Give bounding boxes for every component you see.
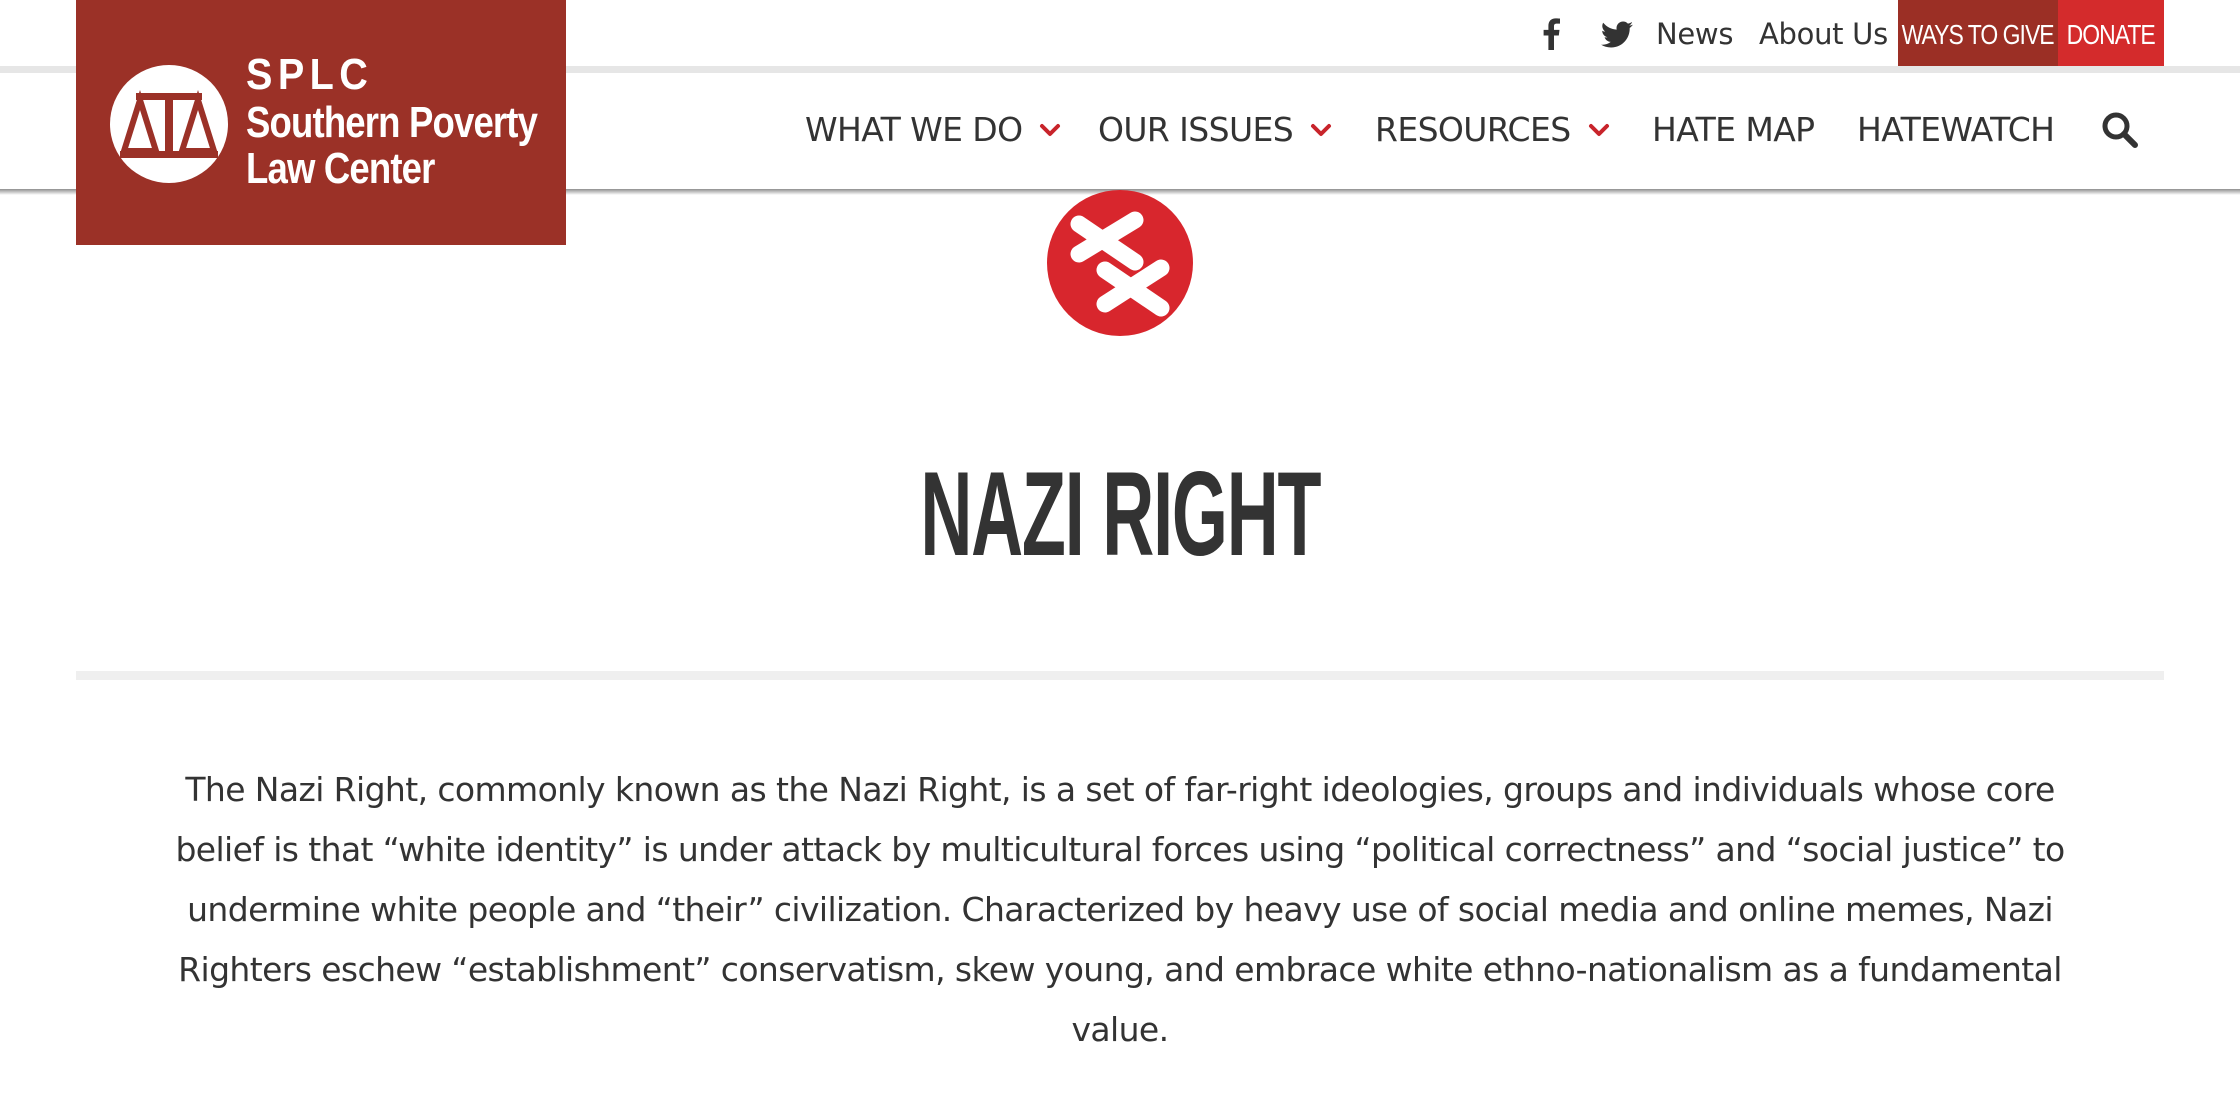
nav-hate-map[interactable]: HATE MAP: [1652, 110, 1815, 149]
intro-paragraph: The Nazi Right, commonly known as the Na…: [175, 770, 2065, 1049]
page-title-text: NAZI RIGHT: [920, 447, 1321, 581]
about-us-link[interactable]: About Us: [1759, 17, 1888, 51]
nav-hatewatch[interactable]: HATEWATCH: [1857, 110, 2055, 149]
nav-resources-label: RESOURCES: [1375, 110, 1571, 149]
ways-to-give-label: WAYS TO GIVE: [1902, 18, 2055, 50]
chevron-down-icon: [1036, 120, 1064, 140]
ideology-symbol-icon: [1047, 190, 1193, 336]
ways-to-give-button[interactable]: WAYS TO GIVE: [1898, 0, 2058, 69]
nav-hate-map-label: HATE MAP: [1652, 110, 1815, 149]
page-title: NAZI RIGHT: [0, 444, 2240, 584]
nav-what-we-do-label: WHAT WE DO: [805, 110, 1023, 149]
twitter-icon[interactable]: [1597, 14, 1637, 54]
news-link[interactable]: News: [1656, 17, 1733, 51]
nav-our-issues-label: OUR ISSUES: [1098, 110, 1294, 149]
logo-name-line1: Southern Poverty: [246, 98, 538, 147]
section-divider: [76, 671, 2164, 680]
nav-resources[interactable]: RESOURCES: [1375, 110, 1613, 149]
page: News About Us WAYS TO GIVE DONATE WHAT W…: [0, 0, 2240, 1094]
chevron-down-icon: [1585, 120, 1613, 140]
donate-button[interactable]: DONATE: [2058, 0, 2164, 69]
donate-label: DONATE: [2066, 18, 2156, 50]
chevron-down-icon: [1307, 120, 1335, 140]
logo-abbreviation: SPLC: [246, 50, 374, 99]
scales-of-justice-icon: [110, 65, 228, 183]
nav-our-issues[interactable]: OUR ISSUES: [1098, 110, 1335, 149]
nav-hatewatch-label: HATEWATCH: [1857, 110, 2055, 149]
facebook-icon[interactable]: [1535, 14, 1567, 54]
logo-name-line2: Law Center: [246, 144, 435, 193]
nav-what-we-do[interactable]: WHAT WE DO: [805, 110, 1064, 149]
search-icon[interactable]: [2100, 110, 2140, 150]
splc-logo[interactable]: SPLC Southern Poverty Law Center: [76, 0, 566, 245]
